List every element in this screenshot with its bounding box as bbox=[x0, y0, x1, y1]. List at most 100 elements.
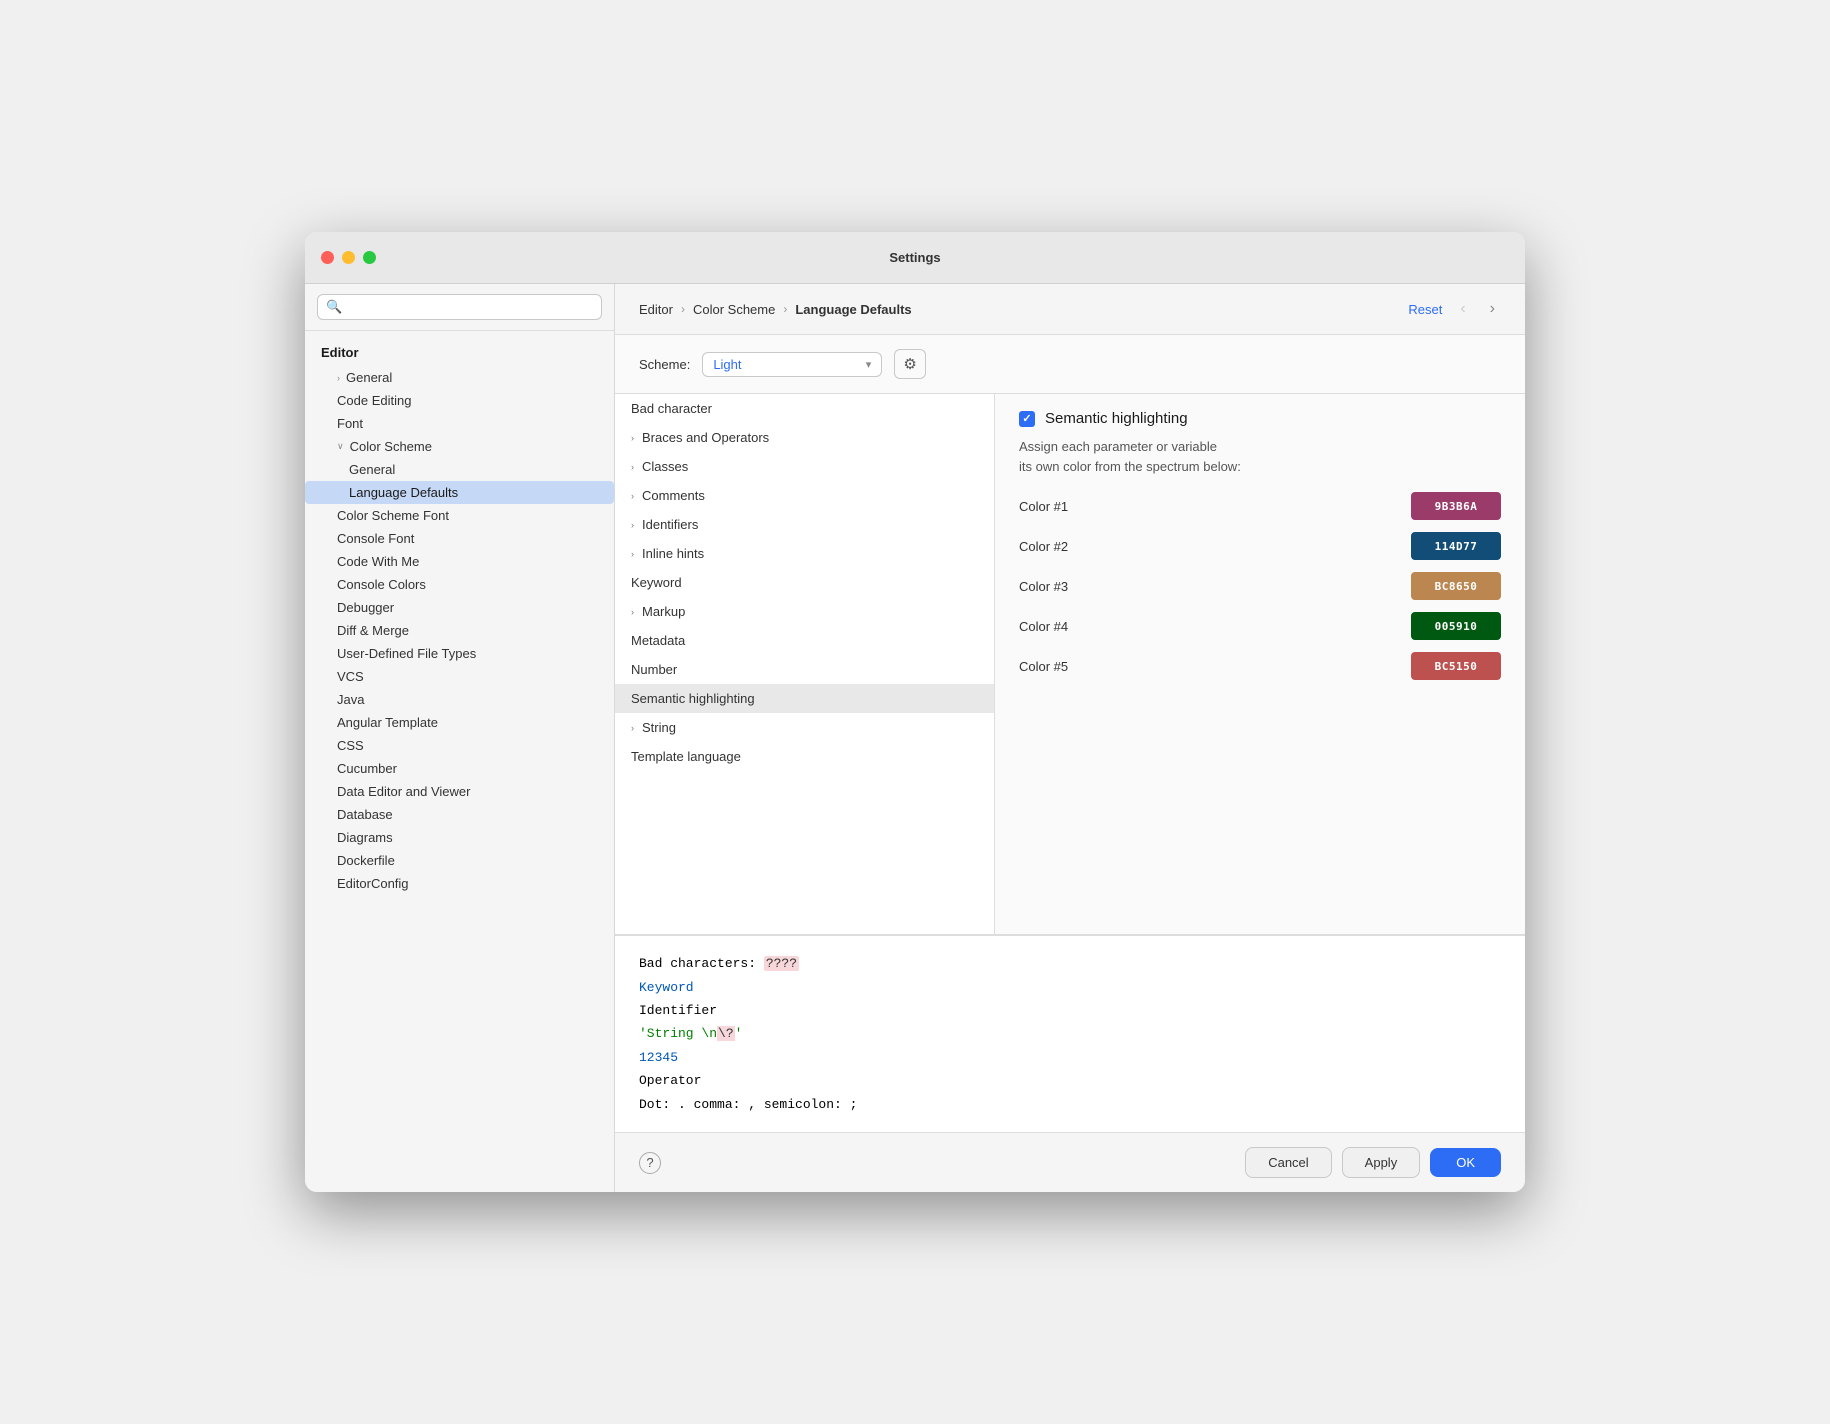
list-item-metadata[interactable]: Metadata bbox=[615, 626, 994, 655]
sidebar-item-label: Console Font bbox=[337, 531, 414, 546]
sidebar-item-console-font[interactable]: Console Font bbox=[305, 527, 614, 550]
reset-button[interactable]: Reset bbox=[1408, 302, 1442, 317]
color-swatch-4[interactable]: 005910 bbox=[1411, 612, 1501, 640]
sidebar-item-general[interactable]: › General bbox=[305, 366, 614, 389]
back-button[interactable]: ‹ bbox=[1454, 298, 1471, 320]
sidebar-item-label: Diagrams bbox=[337, 830, 393, 845]
list-item-label: Template language bbox=[631, 749, 741, 764]
sidebar-item-color-scheme-font[interactable]: Color Scheme Font bbox=[305, 504, 614, 527]
breadcrumb: Editor › Color Scheme › Language Default… bbox=[639, 302, 912, 317]
preview-dot-text: Dot: . comma: , semicolon: ; bbox=[639, 1097, 857, 1112]
right-panel: Semantic highlighting Assign each parame… bbox=[995, 394, 1525, 934]
color-row-1: Color #1 9B3B6A bbox=[1019, 492, 1501, 520]
list-item-braces[interactable]: › Braces and Operators bbox=[615, 423, 994, 452]
list-item-semantic-highlighting[interactable]: Semantic highlighting bbox=[615, 684, 994, 713]
sidebar-item-css[interactable]: CSS bbox=[305, 734, 614, 757]
help-button[interactable]: ? bbox=[639, 1152, 661, 1174]
ok-button[interactable]: OK bbox=[1430, 1148, 1501, 1177]
semantic-checkbox[interactable] bbox=[1019, 411, 1035, 427]
list-item-label: String bbox=[642, 720, 676, 735]
sidebar-item-user-defined[interactable]: User-Defined File Types bbox=[305, 642, 614, 665]
color-label-3: Color #3 bbox=[1019, 579, 1068, 594]
color-row-5: Color #5 BC5150 bbox=[1019, 652, 1501, 680]
preview-identifier-text: Identifier bbox=[639, 1003, 717, 1018]
list-item-keyword[interactable]: Keyword bbox=[615, 568, 994, 597]
sidebar-item-data-editor[interactable]: Data Editor and Viewer bbox=[305, 780, 614, 803]
color-swatch-3[interactable]: BC8650 bbox=[1411, 572, 1501, 600]
search-wrap[interactable]: 🔍 bbox=[317, 294, 602, 320]
apply-button[interactable]: Apply bbox=[1342, 1147, 1421, 1178]
sidebar-item-dockerfile[interactable]: Dockerfile bbox=[305, 849, 614, 872]
list-item-label: Identifiers bbox=[642, 517, 698, 532]
color-label-1: Color #1 bbox=[1019, 499, 1068, 514]
preview-line-operator: Operator bbox=[639, 1069, 1501, 1092]
chevron-icon: › bbox=[631, 549, 634, 559]
sidebar-item-java[interactable]: Java bbox=[305, 688, 614, 711]
sidebar-item-label: General bbox=[346, 370, 392, 385]
list-item-bad-character[interactable]: Bad character bbox=[615, 394, 994, 423]
sidebar-item-code-editing[interactable]: Code Editing bbox=[305, 389, 614, 412]
bottom-left: ? bbox=[639, 1152, 661, 1174]
sidebar-item-color-scheme[interactable]: ∨ Color Scheme bbox=[305, 435, 614, 458]
main-header: Editor › Color Scheme › Language Default… bbox=[615, 284, 1525, 335]
maximize-button[interactable] bbox=[363, 251, 376, 264]
scheme-row: Scheme: Light ▾ ⚙ bbox=[615, 335, 1525, 394]
preview-line-number: 12345 bbox=[639, 1046, 1501, 1069]
preview-number-text: 12345 bbox=[639, 1050, 678, 1065]
forward-button[interactable]: › bbox=[1484, 298, 1501, 320]
list-item-number[interactable]: Number bbox=[615, 655, 994, 684]
color-swatch-2[interactable]: 114D77 bbox=[1411, 532, 1501, 560]
chevron-icon: › bbox=[631, 491, 634, 501]
list-item-template-language[interactable]: Template language bbox=[615, 742, 994, 771]
gear-icon: ⚙ bbox=[903, 356, 916, 373]
sidebar-item-diagrams[interactable]: Diagrams bbox=[305, 826, 614, 849]
sidebar-item-debugger[interactable]: Debugger bbox=[305, 596, 614, 619]
preview-bad-chars-highlight: ???? bbox=[764, 956, 799, 971]
list-item-comments[interactable]: › Comments bbox=[615, 481, 994, 510]
color-swatch-5[interactable]: BC5150 bbox=[1411, 652, 1501, 680]
search-input[interactable] bbox=[348, 300, 593, 315]
list-item-classes[interactable]: › Classes bbox=[615, 452, 994, 481]
sidebar-item-cs-general[interactable]: General bbox=[305, 458, 614, 481]
list-item-string[interactable]: › String bbox=[615, 713, 994, 742]
sidebar-item-cucumber[interactable]: Cucumber bbox=[305, 757, 614, 780]
sidebar-item-label: Debugger bbox=[337, 600, 394, 615]
color-row-4: Color #4 005910 bbox=[1019, 612, 1501, 640]
sidebar-item-console-colors[interactable]: Console Colors bbox=[305, 573, 614, 596]
list-item-label: Braces and Operators bbox=[642, 430, 769, 445]
sidebar-item-label: Data Editor and Viewer bbox=[337, 784, 470, 799]
settings-window: Settings 🔍 Editor › General Code Editi bbox=[305, 232, 1525, 1192]
color-label-5: Color #5 bbox=[1019, 659, 1068, 674]
sidebar-item-label: Angular Template bbox=[337, 715, 438, 730]
sidebar-item-label: Code With Me bbox=[337, 554, 419, 569]
minimize-button[interactable] bbox=[342, 251, 355, 264]
sidebar-item-language-defaults[interactable]: Language Defaults bbox=[305, 481, 614, 504]
list-item-identifiers[interactable]: › Identifiers bbox=[615, 510, 994, 539]
breadcrumb-current: Language Defaults bbox=[795, 302, 911, 317]
color-row-2: Color #2 114D77 bbox=[1019, 532, 1501, 560]
color-swatch-1[interactable]: 9B3B6A bbox=[1411, 492, 1501, 520]
chevron-icon: › bbox=[631, 520, 634, 530]
sidebar-item-editorconfig[interactable]: EditorConfig bbox=[305, 872, 614, 895]
preview-line-keyword: Keyword bbox=[639, 976, 1501, 999]
scheme-gear-button[interactable]: ⚙ bbox=[894, 349, 925, 379]
main-area: Editor › Color Scheme › Language Default… bbox=[615, 284, 1525, 1192]
color-label-2: Color #2 bbox=[1019, 539, 1068, 554]
content-area: 🔍 Editor › General Code Editing Font bbox=[305, 284, 1525, 1192]
preview-line-identifier: Identifier bbox=[639, 999, 1501, 1022]
list-item-inline-hints[interactable]: › Inline hints bbox=[615, 539, 994, 568]
list-item-markup[interactable]: › Markup bbox=[615, 597, 994, 626]
sidebar-item-label: Diff & Merge bbox=[337, 623, 409, 638]
scheme-dropdown[interactable]: Light ▾ bbox=[702, 352, 882, 377]
preview-operator-text: Operator bbox=[639, 1073, 701, 1088]
header-actions: Reset ‹ › bbox=[1408, 298, 1501, 320]
close-button[interactable] bbox=[321, 251, 334, 264]
sidebar-item-font[interactable]: Font bbox=[305, 412, 614, 435]
sidebar-item-diff-merge[interactable]: Diff & Merge bbox=[305, 619, 614, 642]
sidebar-item-angular[interactable]: Angular Template bbox=[305, 711, 614, 734]
chevron-icon: › bbox=[631, 607, 634, 617]
sidebar-item-code-with-me[interactable]: Code With Me bbox=[305, 550, 614, 573]
sidebar-item-database[interactable]: Database bbox=[305, 803, 614, 826]
sidebar-item-vcs[interactable]: VCS bbox=[305, 665, 614, 688]
cancel-button[interactable]: Cancel bbox=[1245, 1147, 1331, 1178]
